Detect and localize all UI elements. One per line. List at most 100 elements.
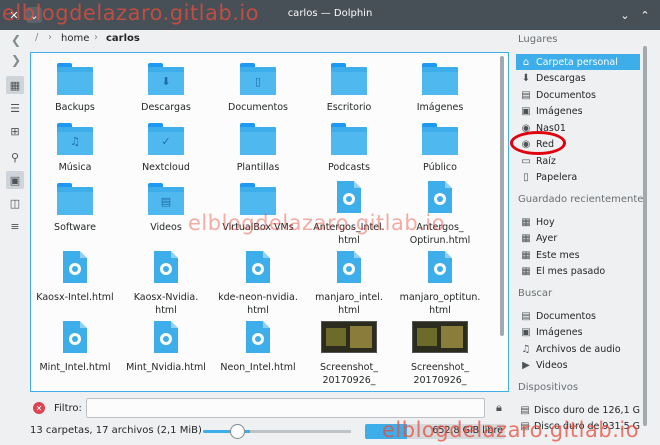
file-label: Nextcloud: [142, 162, 190, 173]
document-icon: ▤: [521, 310, 531, 322]
file-label: Screenshot_ 20170926_: [411, 362, 469, 386]
folder-icon: [240, 121, 276, 157]
folder-item[interactable]: Escritorio: [304, 61, 394, 114]
maximize-icon[interactable]: ⌃: [637, 7, 653, 23]
file-label: Público: [423, 162, 457, 173]
places-item[interactable]: ▯ Papelera: [516, 170, 640, 186]
html-file-icon: [240, 321, 276, 357]
preview-icon[interactable]: ▣: [6, 171, 24, 189]
filter-input[interactable]: [86, 398, 485, 418]
details-view-icon[interactable]: ⊞: [6, 122, 24, 140]
places-item[interactable]: ⬇ Descargas: [516, 71, 640, 87]
places-item[interactable]: ♫ Archivos de audio: [516, 341, 640, 357]
file-label: manjaro_optitun. html: [399, 292, 481, 316]
places-item-label: El mes pasado: [536, 266, 606, 277]
html-file-icon: [240, 251, 276, 287]
back-icon[interactable]: ❮: [8, 32, 24, 48]
places-scrollbar[interactable]: [640, 34, 650, 445]
file-item[interactable]: Kaosx-Nvidia. html: [121, 251, 211, 317]
file-label: kde-neon-nvidia. html: [218, 292, 298, 316]
folder-item[interactable]: Imágenes: [395, 61, 485, 114]
file-label: Kaosx-Nvidia. html: [133, 292, 199, 316]
places-item[interactable]: ▦ Hoy: [516, 214, 640, 230]
file-label: Imágenes: [416, 102, 464, 113]
places-item-label: Documentos: [536, 310, 596, 322]
folder-item[interactable]: Podcasts: [304, 121, 394, 174]
places-section-heading: Lugares: [518, 34, 558, 45]
places-item[interactable]: ▭ Raíz: [516, 153, 640, 169]
file-item[interactable]: kde-neon-nvidia. html: [213, 251, 303, 317]
folder-icon: ▤: [148, 181, 184, 217]
scrollbar-thumb[interactable]: [500, 56, 504, 336]
folder-item[interactable]: ♫ Música: [31, 121, 120, 174]
split-view-icon[interactable]: ◫: [6, 194, 24, 212]
folder-icon: [57, 61, 93, 97]
places-item-label: Raíz: [536, 155, 556, 167]
filter-label: Filtro:: [54, 403, 82, 414]
file-label: Mint_Intel.html: [39, 362, 111, 373]
folder-item[interactable]: ▯ Documentos: [213, 61, 303, 114]
file-item[interactable]: manjaro_optitun. html: [395, 251, 485, 317]
folder-icon: [422, 121, 458, 157]
forward-icon[interactable]: ❯: [8, 52, 24, 68]
places-item[interactable]: ▤ Disco duro de 126,1 G: [516, 402, 640, 418]
folder-item[interactable]: ⬇ Descargas: [121, 61, 211, 114]
home-icon: ⌂: [522, 56, 530, 68]
places-item[interactable]: ▶ Videos: [516, 358, 640, 374]
places-item[interactable]: ▦ El mes pasado: [516, 264, 640, 280]
file-item[interactable]: Kaosx-Intel.html: [31, 251, 120, 304]
file-item[interactable]: Neon_Intel.html: [213, 321, 303, 374]
chevron-right-icon: ›: [48, 32, 52, 43]
folder-item[interactable]: ✓ Nextcloud: [121, 121, 211, 174]
file-item[interactable]: Mint_Nvidia.html: [121, 321, 211, 374]
html-file-icon: [422, 251, 458, 287]
folder-icon: ▯: [240, 61, 276, 97]
places-item[interactable]: ▤ Documentos: [516, 87, 640, 103]
html-file-icon: [148, 251, 184, 287]
places-scrollbar-thumb[interactable]: [643, 46, 647, 426]
compact-view-icon[interactable]: ☰: [6, 99, 24, 117]
places-item[interactable]: ▦ Ayer: [516, 231, 640, 247]
file-item[interactable]: Screenshot_ 20170926_: [395, 321, 485, 387]
places-item-label: Videos: [536, 360, 568, 371]
places-item-label: Imágenes: [536, 106, 583, 117]
breadcrumb-home[interactable]: home: [61, 33, 89, 44]
places-section-heading: Guardado recientemente: [518, 194, 644, 205]
places-item-label: Archivos de audio: [536, 343, 621, 355]
folder-item[interactable]: Software: [31, 181, 120, 234]
file-label: Escritorio: [326, 102, 372, 113]
search-icon[interactable]: ⚲: [6, 148, 24, 166]
highlight-circle: [510, 131, 566, 155]
lock-icon[interactable]: 🔒︎: [496, 401, 502, 415]
places-item[interactable]: ▤ Documentos: [516, 308, 640, 324]
folder-item[interactable]: Plantillas: [213, 121, 303, 174]
places-item-label: Documentos: [536, 89, 596, 101]
file-item[interactable]: Mint_Intel.html: [31, 321, 120, 374]
zoom-slider-handle[interactable]: [230, 424, 246, 439]
places-item[interactable]: ⌂ Carpeta personal: [516, 54, 640, 70]
file-label: Mint_Nvidia.html: [126, 362, 206, 373]
file-item[interactable]: Screenshot_ 20170926_: [304, 321, 394, 387]
file-view-scrollbar[interactable]: [497, 52, 507, 392]
folder-item[interactable]: Backups: [31, 61, 120, 114]
calendar-icon: ▦: [521, 249, 531, 261]
places-item[interactable]: ▣ Imágenes: [516, 104, 640, 120]
breadcrumb-current[interactable]: carlos: [106, 33, 140, 44]
places-item-label: Carpeta personal: [536, 56, 618, 68]
places-item[interactable]: ▦ Este mes: [516, 247, 640, 263]
filter-bar: ✕ Filtro: 🔒︎: [0, 396, 510, 420]
hamburger-menu-icon[interactable]: ≡: [6, 217, 24, 235]
file-label: Software: [54, 222, 96, 233]
icons-view-icon[interactable]: ▦: [6, 76, 24, 94]
watermark-top: elblogdelazaro.gitlab.io: [2, 1, 260, 25]
file-label: Backups: [55, 102, 95, 113]
breadcrumb-root[interactable]: /: [35, 32, 38, 43]
close-filter-icon[interactable]: ✕: [33, 402, 45, 414]
places-item[interactable]: ▣ Imágenes: [516, 325, 640, 341]
image-thumbnail-icon: [321, 321, 377, 357]
minimize-icon[interactable]: ⌄: [617, 7, 633, 23]
folder-item[interactable]: Público: [395, 121, 485, 174]
file-label: Neon_Intel.html: [220, 362, 296, 373]
file-item[interactable]: manjaro_intel. html: [304, 251, 394, 317]
html-file-icon: [57, 251, 93, 287]
